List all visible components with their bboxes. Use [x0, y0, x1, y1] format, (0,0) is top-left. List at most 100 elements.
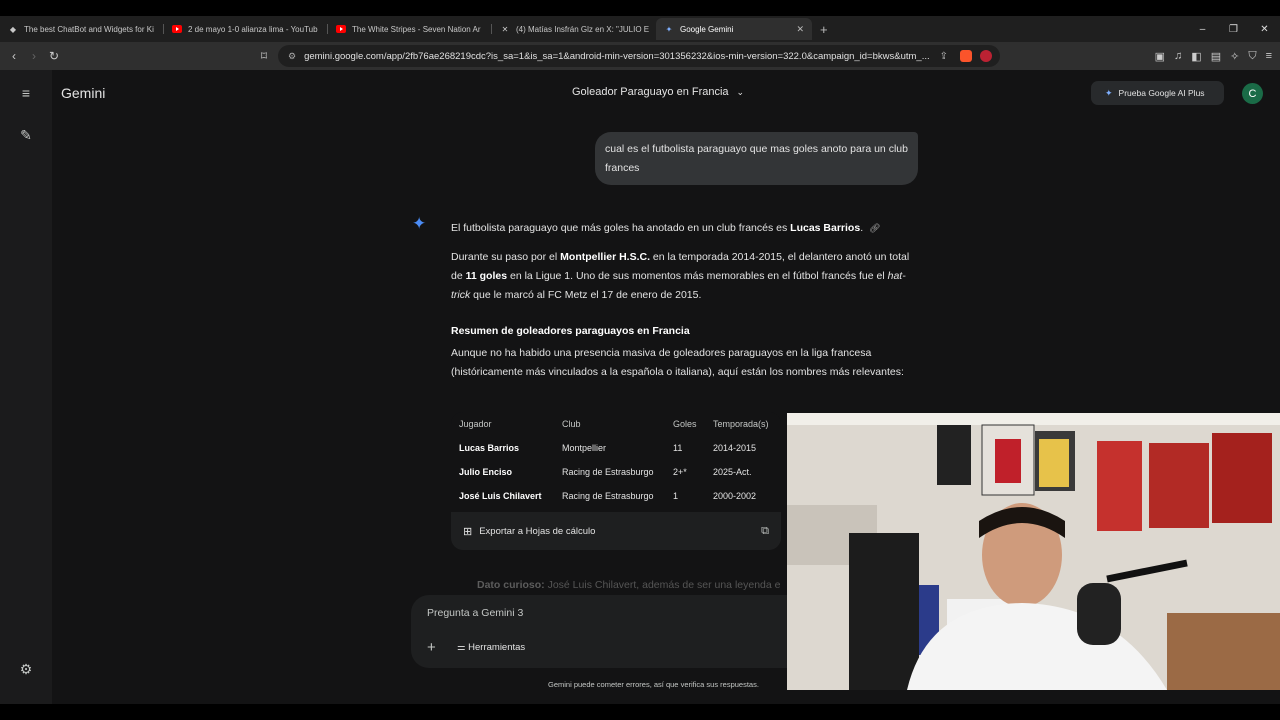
table-cell: Racing de Estrasburgo: [562, 491, 654, 501]
prompt-composer[interactable]: Pregunta a Gemini 3 + ⚌ Herramientas: [411, 595, 787, 668]
avatar[interactable]: C: [1242, 83, 1263, 104]
address-bar[interactable]: ⚙ gemini.google.com/app/2fb76ae268219cdc…: [278, 45, 1000, 67]
text: El futbolista paraguayo que más goles ha…: [451, 222, 791, 234]
browser-tab[interactable]: 2 de mayo 1-0 alianza lima - YouTub: [164, 18, 328, 40]
prompt-input[interactable]: Pregunta a Gemini 3: [427, 607, 523, 619]
sidebar-toggle-icon[interactable]: ◧: [1191, 50, 1201, 63]
window-controls: – ❐ ✕: [1187, 16, 1280, 42]
close-tab-icon[interactable]: ✕: [796, 24, 804, 35]
response-paragraph: El futbolista paraguayo que más goles ha…: [451, 219, 911, 238]
disclaimer-text: Gemini puede cometer errores, así que ve…: [548, 680, 759, 689]
music-icon[interactable]: ♫: [1174, 50, 1182, 62]
youtube-favicon-icon: [172, 24, 182, 34]
browser-tab-active[interactable]: ✦ Google Gemini ✕: [656, 18, 812, 40]
gemini-sparkle-icon: ✦: [412, 214, 427, 233]
response-paragraph: Durante su paso por el Montpellier H.S.C…: [451, 248, 911, 305]
tab-title: The best ChatBot and Widgets for Ki: [24, 24, 154, 34]
add-attachment-icon[interactable]: +: [427, 639, 436, 656]
fun-fact-paragraph: Dato curioso: José Luis Chilavert, ademá…: [477, 579, 787, 591]
column-header: Goles: [673, 419, 697, 429]
response-paragraph: Aunque no ha habido una presencia masiva…: [451, 347, 904, 378]
tools-label: Herramientas: [468, 642, 526, 653]
table-cell: 2+*: [673, 467, 687, 477]
browser-toolbar: ‹ › ↻ ⌑ ⚙ gemini.google.com/app/2fb76ae2…: [0, 42, 1280, 70]
copy-icon[interactable]: ⧉: [761, 525, 769, 538]
browser-tab[interactable]: ✕ (4) Matías Insfrán Glz en X: "JULIO E: [492, 18, 656, 40]
text: Durante su paso por el: [451, 251, 561, 263]
extensions-area: ▣ ♫ ◧ ▤ ✧ ⛉ ≡: [1155, 42, 1272, 70]
browser-tab-bar: ◆ The best ChatBot and Widgets for Ki 2 …: [0, 16, 1280, 42]
browser-tab[interactable]: The White Stripes - Seven Nation Ar: [328, 18, 492, 40]
tab-title: Google Gemini: [680, 24, 734, 34]
leo-ai-icon[interactable]: ✧: [1230, 50, 1239, 63]
table-cell: Montpellier: [562, 443, 607, 453]
new-tab-button[interactable]: +: [820, 22, 828, 37]
table-cell: 2025-Act.: [713, 467, 752, 477]
response-heading: Resumen de goleadores paraguayos en Fran…: [451, 325, 690, 337]
table-cell: 11: [673, 443, 683, 453]
site-info-icon[interactable]: ⚙: [288, 51, 296, 62]
reader-icon[interactable]: ▣: [1155, 50, 1165, 63]
export-label: Exportar a Hojas de cálculo: [479, 525, 596, 537]
sliders-icon: ⚌: [457, 642, 469, 653]
restore-icon[interactable]: ❐: [1218, 24, 1249, 35]
vpn-icon[interactable]: ⛉: [1248, 50, 1256, 63]
export-to-sheets-button[interactable]: ⊞ Exportar a Hojas de cálculo ⧉: [451, 512, 781, 550]
text: que le marcó al FC Metz el 17 de enero d…: [470, 289, 702, 301]
gemini-favicon-icon: ✦: [665, 24, 673, 34]
bold-text: Dato curioso:: [477, 579, 545, 591]
conversation-title[interactable]: Goleador Paraguayo en Francia ⌄: [572, 86, 744, 98]
gem-favicon-icon: ◆: [9, 24, 17, 34]
conversation-title-text: Goleador Paraguayo en Francia: [572, 86, 729, 98]
settings-gear-icon[interactable]: ⚙: [16, 659, 36, 679]
share-icon[interactable]: ⇪: [940, 51, 948, 62]
app-brand: Gemini: [61, 85, 106, 101]
brave-shield-icon[interactable]: [960, 50, 972, 62]
forward-icon[interactable]: ›: [24, 49, 44, 63]
source-link-icon[interactable]: 🔗︎: [869, 223, 880, 233]
tools-button[interactable]: ⚌ Herramientas: [457, 642, 525, 653]
bookmark-icon[interactable]: ⌑: [254, 49, 274, 63]
table-header-row: Jugador Club Goles Temporada(s): [459, 416, 793, 432]
browser-tab[interactable]: ◆ The best ChatBot and Widgets for Ki: [0, 18, 164, 40]
column-header: Jugador: [459, 419, 492, 429]
tab-title: (4) Matías Insfrán Glz en X: "JULIO E: [516, 24, 650, 34]
minimize-icon[interactable]: –: [1187, 24, 1218, 35]
webcam-overlay-image: [787, 413, 1280, 690]
sparkle-icon: ✦: [1105, 87, 1113, 98]
back-icon[interactable]: ‹: [4, 49, 24, 63]
column-header: Temporada(s): [713, 419, 769, 429]
wallet-icon[interactable]: ▤: [1211, 50, 1221, 63]
table-row: Lucas Barrios Montpellier 11 2014-2015: [459, 440, 793, 456]
youtube-favicon-icon: [336, 24, 346, 34]
goleadores-table: Jugador Club Goles Temporada(s) Lucas Ba…: [451, 412, 781, 550]
table-cell: José Luis Chilavert: [459, 491, 542, 501]
close-window-icon[interactable]: ✕: [1249, 24, 1280, 35]
table-cell: 2014-2015: [713, 443, 757, 453]
bold-text: Lucas Barrios: [790, 222, 861, 234]
table-cell: Julio Enciso: [459, 467, 513, 477]
sidebar: ≡ ✎ ⚙: [0, 70, 52, 704]
text: en la Ligue 1. Uno de sus momentos más m…: [507, 270, 888, 282]
bottom-letterbox: [0, 704, 1280, 720]
column-header: Club: [562, 419, 581, 429]
bold-text: Montpellier H.S.C.: [560, 251, 650, 263]
spreadsheet-icon: ⊞: [463, 525, 473, 538]
top-letterbox: [0, 0, 1280, 16]
tab-title: 2 de mayo 1-0 alianza lima - YouTub: [188, 24, 318, 34]
upgrade-button[interactable]: ✦ Prueba Google AI Plus: [1091, 81, 1224, 105]
tab-title: The White Stripes - Seven Nation Ar: [352, 24, 481, 34]
new-chat-icon[interactable]: ✎: [16, 125, 36, 145]
table-cell: 1: [673, 491, 679, 501]
reload-icon[interactable]: ↻: [44, 49, 64, 63]
url-text: gemini.google.com/app/2fb76ae268219cdc?i…: [304, 50, 930, 62]
bold-text: 11 goles: [465, 270, 508, 282]
x-favicon-icon: ✕: [501, 24, 509, 34]
table-cell: Racing de Estrasburgo: [562, 467, 654, 477]
hamburger-menu-icon[interactable]: ≡: [16, 83, 36, 103]
menu-icon[interactable]: ≡: [1266, 50, 1272, 62]
table-cell: Lucas Barrios: [459, 443, 520, 453]
upgrade-button-label: Prueba Google AI Plus: [1118, 88, 1205, 98]
rewards-icon[interactable]: [980, 50, 992, 62]
user-message: cual es el futbolista paraguayo que mas …: [595, 132, 918, 185]
